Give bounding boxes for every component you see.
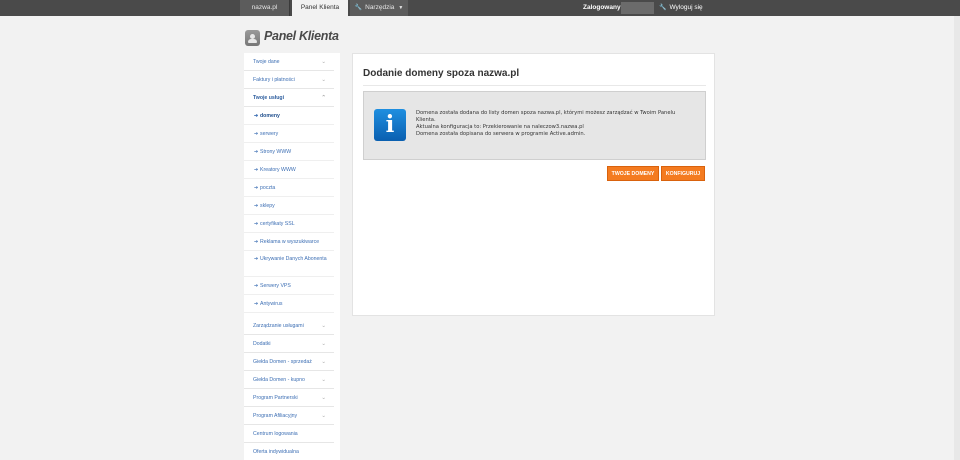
arrow-right-icon: ➔ [254,149,259,155]
sidebar-subitem-kreatory-www[interactable]: ➔ Kreatory WWW [244,161,334,179]
arrow-right-icon: ➔ [254,167,259,173]
arrow-right-icon: ➔ [254,256,259,262]
sidebar-subitem-label: Serwery VPS [260,283,291,289]
page-title: Dodanie domeny spoza nazwa.pl [363,68,520,79]
arrow-right-icon: ➔ [254,113,259,119]
sidebar-item-dodatki[interactable]: Dodatki ⌄ [244,335,334,353]
info-message-box: i Domena została dodana do listy domen s… [363,91,706,160]
sidebar-item-faktury[interactable]: Faktury i płatności ⌄ [244,71,334,89]
chevron-down-icon: ⌄ [321,323,326,329]
sidebar-subitem-label: Ukrywanie Danych Abonenta [260,256,327,262]
chevron-down-icon: ⌄ [321,413,326,419]
info-line-2: Aktualna konfiguracja to: Przekierowanie… [416,124,584,130]
sidebar-subitem-label: sklepy [260,203,275,209]
top-navigation-bar: nazwa.pl Panel Klienta 🔧 Narzędzia ▼ Zalog… [0,0,960,16]
sidebar-item-label: Giełda Domen - kupno [253,377,305,383]
sidebar-subitem-label: serwery [260,131,279,137]
sidebar-subitem-label: poczta [260,185,276,191]
sidebar-item-gielda-sprzedaz[interactable]: Giełda Domen - sprzedaż ⌄ [244,353,334,371]
tab-panel-klienta[interactable]: Panel Klienta [292,0,348,16]
sidebar: Twoje dane ⌄ Faktury i płatności ⌄ Twoje u… [244,53,340,460]
arrow-right-icon: ➔ [254,185,259,191]
sidebar-item-label: Giełda Domen - sprzedaż [253,359,312,365]
sidebar-subitem-ukrywanie-danych[interactable]: ➔ Ukrywanie Danych Abonenta [244,251,334,277]
logout-label: Wyloguj się [669,4,703,11]
chevron-up-icon: ⌃ [321,95,326,101]
sidebar-subitem-serwery-vps[interactable]: ➔ Serwery VPS [244,277,334,295]
sidebar-item-label: Zarządzanie usługami [253,323,304,329]
arrow-right-icon: ➔ [254,301,259,307]
sidebar-subitem-strony-www[interactable]: ➔ Strony WWW [244,143,334,161]
sidebar-item-label: Oferta indywidualna [253,449,299,455]
sidebar-item-program-afiliacyjny[interactable]: Program Afiliacyjny ⌄ [244,407,334,425]
chevron-down-icon: ⌄ [321,77,326,83]
main-content-panel: Dodanie domeny spoza nazwa.pl i Domena z… [352,53,715,316]
info-message-text: Domena została dodana do listy domen spo… [416,110,696,138]
wrench-icon: 🔧 [354,5,363,11]
sidebar-item-label: Faktury i płatności [253,77,295,83]
sidebar-subitem-antywirus[interactable]: ➔ Antywirus [244,295,334,313]
logged-in-user-redacted [621,2,654,14]
sidebar-item-twoje-dane[interactable]: Twoje dane ⌄ [244,53,334,71]
sidebar-subitem-label: Strony WWW [260,149,292,155]
page-scrollbar[interactable] [954,16,960,460]
your-domains-button[interactable]: TWOJE DOMENY [607,166,659,181]
sidebar-item-label: Centrum logowania [253,431,298,437]
arrow-right-icon: ➔ [254,239,259,245]
sidebar-subitem-reklama[interactable]: ➔ Reklama w wyszukiwarce [244,233,334,251]
sidebar-subitem-domeny[interactable]: ➔ domeny [244,107,334,125]
sidebar-subitem-label: domeny [260,113,280,119]
sidebar-item-label: Dodatki [253,341,271,347]
configure-button[interactable]: KONFIGURUJ [661,166,705,181]
sidebar-item-label: Program Afiliacyjny [253,413,298,419]
sidebar-item-gielda-kupno[interactable]: Giełda Domen - kupno ⌄ [244,371,334,389]
chevron-down-icon: ⌄ [321,377,326,383]
sidebar-subitem-label: Reklama w wyszukiwarce [260,239,320,245]
sidebar-subitem-label: certyfikaty SSL [260,221,295,227]
arrow-right-icon: ➔ [254,283,259,289]
info-line-1: Domena została dodana do listy domen spo… [416,110,676,123]
logged-in-label: Zalogowany: [583,4,623,11]
arrow-right-icon: ➔ [254,203,259,209]
info-icon: i [374,109,406,141]
sidebar-item-zarzadzanie-uslugami[interactable]: Zarządzanie usługami ⌄ [244,317,334,335]
chevron-down-icon: ⌄ [321,341,326,347]
sidebar-item-label: Twoje usługi [253,95,285,101]
sidebar-item-centrum-logowania[interactable]: Centrum logowania [244,425,334,443]
sidebar-subitem-certyfikaty-ssl[interactable]: ➔ certyfikaty SSL [244,215,334,233]
sidebar-subitem-poczta[interactable]: ➔ poczta [244,179,334,197]
wrench-icon: 🔧 [659,5,667,11]
title-divider [363,85,706,86]
page-logo-title: Panel Klienta [264,29,339,43]
sidebar-subitem-label: Kreatory WWW [260,167,296,173]
info-line-3: Domena została dopisana do serwera w pro… [416,131,586,137]
user-panel-logo-icon [245,30,260,46]
sidebar-subitem-serwery[interactable]: ➔ serwery [244,125,334,143]
sidebar-subitem-label: Antywirus [260,301,283,307]
chevron-down-icon: ⌄ [321,59,326,65]
chevron-down-icon: ⌄ [321,395,326,401]
sidebar-item-label: Program Partnerski [253,395,298,401]
caret-down-icon: ▼ [398,5,404,11]
tab-narzedzia[interactable]: 🔧 Narzędzia ▼ [350,0,408,16]
sidebar-item-twoje-uslugi[interactable]: Twoje usługi ⌃ [244,89,334,107]
tab-nazwa-pl[interactable]: nazwa.pl [240,0,290,16]
sidebar-subitem-sklepy[interactable]: ➔ sklepy [244,197,334,215]
sidebar-item-program-partnerski[interactable]: Program Partnerski ⌄ [244,389,334,407]
chevron-down-icon: ⌄ [321,359,326,365]
tab-narzedzia-label: Narzędzia [365,4,395,11]
logout-link[interactable]: 🔧 Wyloguj się [659,0,703,16]
sidebar-item-label: Twoje dane [253,59,280,65]
arrow-right-icon: ➔ [254,131,259,137]
arrow-right-icon: ➔ [254,221,259,227]
sidebar-item-oferta-indywidualna[interactable]: Oferta indywidualna [244,443,334,460]
